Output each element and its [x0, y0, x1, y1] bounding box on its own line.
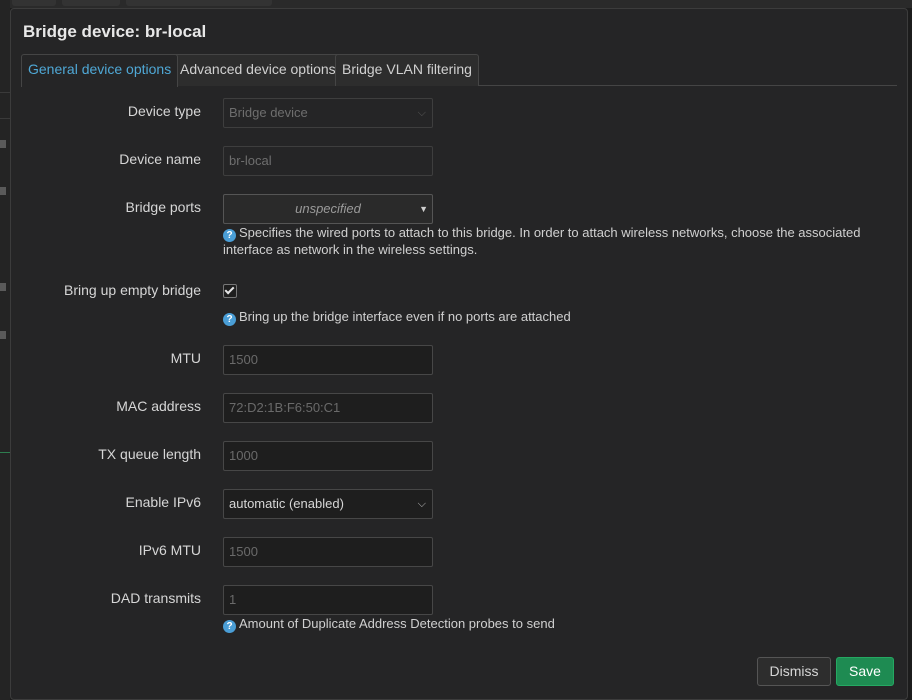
background-icon: [0, 140, 6, 148]
enable-ipv6-value: automatic (enabled): [229, 496, 344, 511]
background-page: [0, 0, 10, 700]
background-divider: [0, 92, 10, 93]
chevron-down-icon: ⌵: [417, 498, 426, 510]
bridge-device-dialog: Bridge device: br-local General device o…: [10, 8, 908, 700]
background-icon: [0, 187, 6, 195]
bring-up-empty-bridge-checkbox[interactable]: [223, 284, 237, 298]
tab-general-device-options[interactable]: General device options: [21, 54, 179, 87]
dialog-title: Bridge device: br-local: [23, 22, 207, 41]
device-name-input: br-local: [223, 146, 433, 176]
help-icon: ?: [223, 229, 236, 242]
dad-transmits-help-text: Amount of Duplicate Address Detection pr…: [239, 616, 555, 631]
dismiss-button[interactable]: Dismiss: [757, 657, 831, 686]
help-icon: ?: [223, 620, 236, 633]
bring-up-empty-bridge-help: ? Bring up the bridge interface even if n…: [223, 309, 571, 326]
bring-up-empty-bridge-help-text: Bring up the bridge interface even if no…: [239, 309, 571, 324]
background-accent-line: [0, 452, 10, 453]
bridge-ports-label: Bridge ports: [125, 199, 201, 215]
background-tab: [12, 0, 56, 6]
dad-transmits-label: DAD transmits: [110, 590, 201, 606]
tx-queue-length-label: TX queue length: [98, 446, 201, 462]
mtu-input[interactable]: 1500: [223, 345, 433, 375]
tx-queue-length-input[interactable]: 1000: [223, 441, 433, 471]
device-type-select: Bridge device ⌵: [223, 98, 433, 128]
tab-bar: General device options Advanced device o…: [21, 54, 897, 87]
bridge-ports-help: ? Specifies the wired ports to attach to …: [223, 225, 860, 258]
mac-address-input[interactable]: 72:D2:1B:F6:50:C1: [223, 393, 433, 423]
checkmark-icon: [224, 284, 235, 295]
help-icon: ?: [223, 313, 236, 326]
enable-ipv6-select[interactable]: automatic (enabled) ⌵: [223, 489, 433, 519]
device-type-label: Device type: [127, 103, 201, 119]
bridge-ports-value: unspecified: [295, 201, 361, 216]
save-button[interactable]: Save: [836, 657, 894, 686]
ipv6-mtu-input[interactable]: 1500: [223, 537, 433, 567]
caret-down-icon: ▼: [419, 204, 428, 214]
mac-address-label: MAC address: [116, 398, 201, 414]
dad-transmits-help: ? Amount of Duplicate Address Detection p…: [223, 616, 555, 633]
bridge-ports-dropdown[interactable]: unspecified ▼: [223, 194, 433, 224]
background-tab: [126, 0, 272, 6]
background-icon: [0, 283, 6, 291]
tab-advanced-device-options[interactable]: Advanced device options: [173, 54, 343, 86]
background-divider: [0, 118, 10, 119]
dad-transmits-input[interactable]: 1: [223, 585, 433, 615]
enable-ipv6-label: Enable IPv6: [125, 494, 202, 510]
bring-up-empty-bridge-label: Bring up empty bridge: [64, 282, 201, 298]
bridge-ports-help-line1: Specifies the wired ports to attach to t…: [239, 225, 861, 240]
bridge-ports-help-line2: interface as network in the wireless set…: [223, 242, 478, 257]
device-type-value: Bridge device: [229, 105, 308, 120]
tab-bridge-vlan-filtering[interactable]: Bridge VLAN filtering: [335, 54, 479, 86]
ipv6-mtu-label: IPv6 MTU: [138, 542, 201, 558]
device-name-label: Device name: [119, 151, 201, 167]
mtu-label: MTU: [170, 350, 201, 366]
background-tab: [62, 0, 120, 6]
background-icon: [0, 331, 6, 339]
chevron-down-icon: ⌵: [417, 107, 426, 119]
